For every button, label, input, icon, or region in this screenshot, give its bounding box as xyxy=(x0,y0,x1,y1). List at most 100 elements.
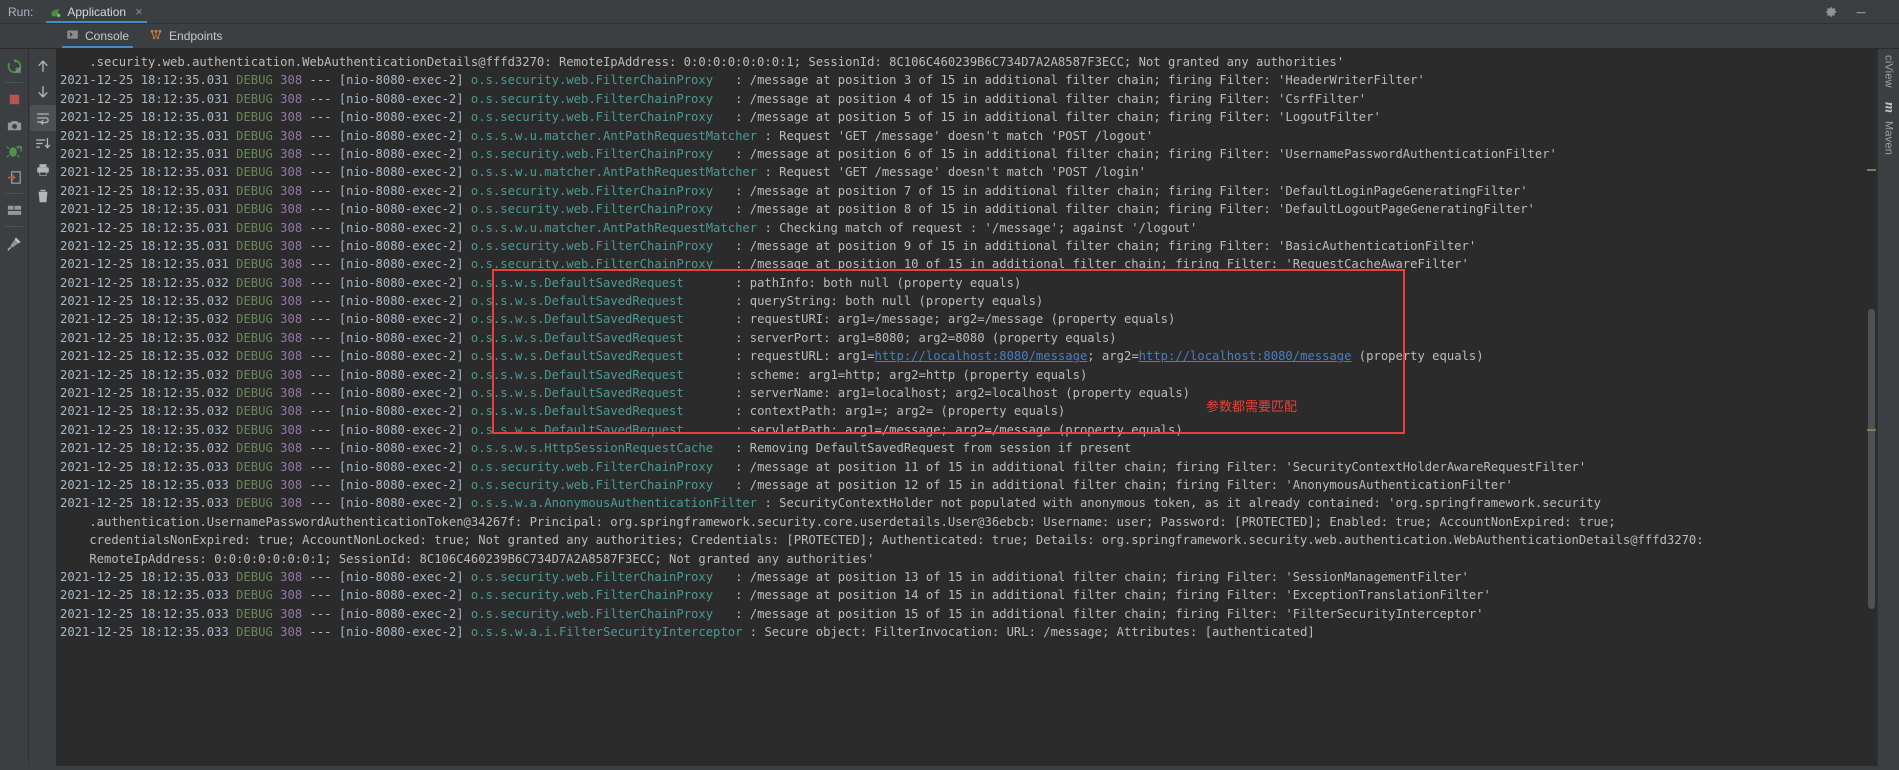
log-logger: o.s.s.w.s.DefaultSavedRequest xyxy=(470,367,728,382)
debug-attach-icon[interactable] xyxy=(1,138,27,164)
tab-console[interactable]: Console xyxy=(56,24,139,48)
log-space xyxy=(728,423,735,437)
print-icon[interactable] xyxy=(30,157,56,183)
spring-leaf-icon xyxy=(48,5,62,19)
scroll-down-icon[interactable] xyxy=(30,79,56,105)
sciview-tool-button[interactable]: ciView xyxy=(1883,51,1895,92)
log-level: DEBUG xyxy=(236,459,273,474)
log-space xyxy=(728,92,735,106)
log-line: 2021-12-25 18:12:35.031 DEBUG 308 --- [n… xyxy=(60,108,1864,126)
log-level: DEBUG xyxy=(236,238,273,253)
log-line: 2021-12-25 18:12:35.032 DEBUG 308 --- [n… xyxy=(60,439,1864,457)
log-pid: 308 xyxy=(280,312,303,327)
log-timestamp: 2021-12-25 18:12:35.032 xyxy=(60,367,237,382)
tab-endpoints[interactable]: Endpoints xyxy=(139,24,232,48)
log-timestamp: 2021-12-25 18:12:35.032 xyxy=(60,441,237,456)
log-url-link[interactable]: http://localhost:8080/message xyxy=(875,349,1088,363)
log-line: 2021-12-25 18:12:35.031 DEBUG 308 --- [n… xyxy=(60,163,1864,181)
log-pid: 308 xyxy=(280,496,303,511)
rerun-icon[interactable] xyxy=(1,53,27,79)
log-timestamp: 2021-12-25 18:12:35.033 xyxy=(60,625,237,640)
log-message: .security.web.authentication.WebAuthenti… xyxy=(60,55,1345,69)
log-message: : serverPort: arg1=8080; arg2=8080 (prop… xyxy=(735,330,1117,345)
log-level: DEBUG xyxy=(236,110,273,125)
log-line: 2021-12-25 18:12:35.032 DEBUG 308 --- [n… xyxy=(60,421,1864,439)
log-logger: o.s.security.web.FilterChainProxy xyxy=(470,146,728,161)
log-line: 2021-12-25 18:12:35.031 DEBUG 308 --- [n… xyxy=(60,127,1864,145)
log-pid: 308 xyxy=(280,110,303,125)
camera-icon[interactable] xyxy=(1,112,27,138)
run-tab-label: Application xyxy=(67,4,127,19)
log-message: : Removing DefaultSavedRequest from sess… xyxy=(735,441,1132,456)
log-timestamp: 2021-12-25 18:12:35.031 xyxy=(60,91,237,106)
log-separator: --- xyxy=(302,294,339,309)
log-thread: [nio-8080-exec-2] xyxy=(338,441,471,456)
log-thread: [nio-8080-exec-2] xyxy=(338,294,471,309)
log-space xyxy=(728,349,735,363)
console-output[interactable]: .security.web.authentication.WebAuthenti… xyxy=(56,49,1864,766)
log-message: : requestURI: arg1=/message; arg2=/messa… xyxy=(735,312,1176,327)
log-separator: --- xyxy=(302,404,339,419)
log-space xyxy=(728,257,735,271)
close-icon[interactable]: × xyxy=(135,5,143,18)
log-line: 2021-12-25 18:12:35.032 DEBUG 308 --- [n… xyxy=(60,310,1864,328)
log-message: : /message at position 10 of 15 in addit… xyxy=(735,257,1469,272)
log-message: credentialsNonExpired: true; AccountNonL… xyxy=(60,533,1704,548)
gutter-divider xyxy=(5,82,23,83)
log-message: : Request 'GET /message' doesn't match '… xyxy=(764,128,1154,143)
log-thread: [nio-8080-exec-2] xyxy=(338,569,471,584)
layout-icon[interactable] xyxy=(1,197,27,223)
log-space xyxy=(728,460,735,474)
log-message: : Request 'GET /message' doesn't match '… xyxy=(764,165,1146,180)
stop-icon[interactable] xyxy=(1,86,27,112)
log-pid: 308 xyxy=(280,569,303,584)
log-line: 2021-12-25 18:12:35.032 DEBUG 308 --- [n… xyxy=(60,366,1864,384)
log-pid: 308 xyxy=(280,238,303,253)
log-line: 2021-12-25 18:12:35.031 DEBUG 308 --- [n… xyxy=(60,71,1864,89)
log-level: DEBUG xyxy=(236,386,273,401)
log-separator: --- xyxy=(302,477,339,492)
minimize-icon[interactable] xyxy=(1853,4,1869,20)
console-vertical-scrollbar[interactable] xyxy=(1864,49,1877,766)
log-message: : queryString: both null (property equal… xyxy=(735,294,1044,309)
log-timestamp: 2021-12-25 18:12:35.033 xyxy=(60,588,237,603)
sort-icon[interactable] xyxy=(30,131,56,157)
log-space xyxy=(728,147,735,161)
log-pid: 308 xyxy=(280,459,303,474)
log-continuation-line: .authentication.UsernamePasswordAuthenti… xyxy=(60,513,1864,531)
endpoints-icon xyxy=(149,28,163,44)
log-logger: o.s.s.w.s.DefaultSavedRequest xyxy=(470,422,728,437)
scrollbar-thumb[interactable] xyxy=(1868,309,1875,609)
export-icon[interactable] xyxy=(1,164,27,190)
log-continuation-line: .security.web.authentication.WebAuthenti… xyxy=(60,53,1864,71)
log-thread: [nio-8080-exec-2] xyxy=(338,367,471,382)
log-message: : /message at position 7 of 15 in additi… xyxy=(735,183,1528,198)
log-url-link[interactable]: http://localhost:8080/message xyxy=(1139,349,1352,363)
log-logger: o.s.s.w.u.matcher.AntPathRequestMatcher xyxy=(470,165,758,180)
maven-tool-button[interactable]: Maven xyxy=(1883,117,1895,159)
log-timestamp: 2021-12-25 18:12:35.031 xyxy=(60,257,237,272)
log-timestamp: 2021-12-25 18:12:35.031 xyxy=(60,146,237,161)
log-space xyxy=(728,239,735,253)
log-space xyxy=(728,588,735,602)
pin-icon[interactable] xyxy=(1,230,27,256)
gear-icon[interactable] xyxy=(1823,4,1839,20)
gutter-divider-3 xyxy=(5,226,23,227)
log-level: DEBUG xyxy=(236,422,273,437)
log-continuation-line: RemoteIpAddress: 0:0:0:0:0:0:0:1; Sessio… xyxy=(60,550,1864,568)
soft-wrap-icon[interactable] xyxy=(29,105,56,131)
run-tab-application[interactable]: Application × xyxy=(42,0,150,23)
trash-icon[interactable] xyxy=(30,183,56,209)
log-level: DEBUG xyxy=(236,275,273,290)
log-level: DEBUG xyxy=(236,367,273,382)
log-logger: o.s.s.w.u.matcher.AntPathRequestMatcher xyxy=(470,128,758,143)
log-pid: 308 xyxy=(280,275,303,290)
log-message: : /message at position 11 of 15 in addit… xyxy=(735,459,1587,474)
right-tool-sidebar: ciView m Maven xyxy=(1877,49,1899,766)
log-level: DEBUG xyxy=(236,606,273,621)
log-logger: o.s.security.web.FilterChainProxy xyxy=(470,459,728,474)
log-thread: [nio-8080-exec-2] xyxy=(338,459,471,474)
scroll-up-icon[interactable] xyxy=(30,53,56,79)
log-separator: --- xyxy=(302,275,339,290)
log-message: ; arg2= xyxy=(1087,349,1139,364)
